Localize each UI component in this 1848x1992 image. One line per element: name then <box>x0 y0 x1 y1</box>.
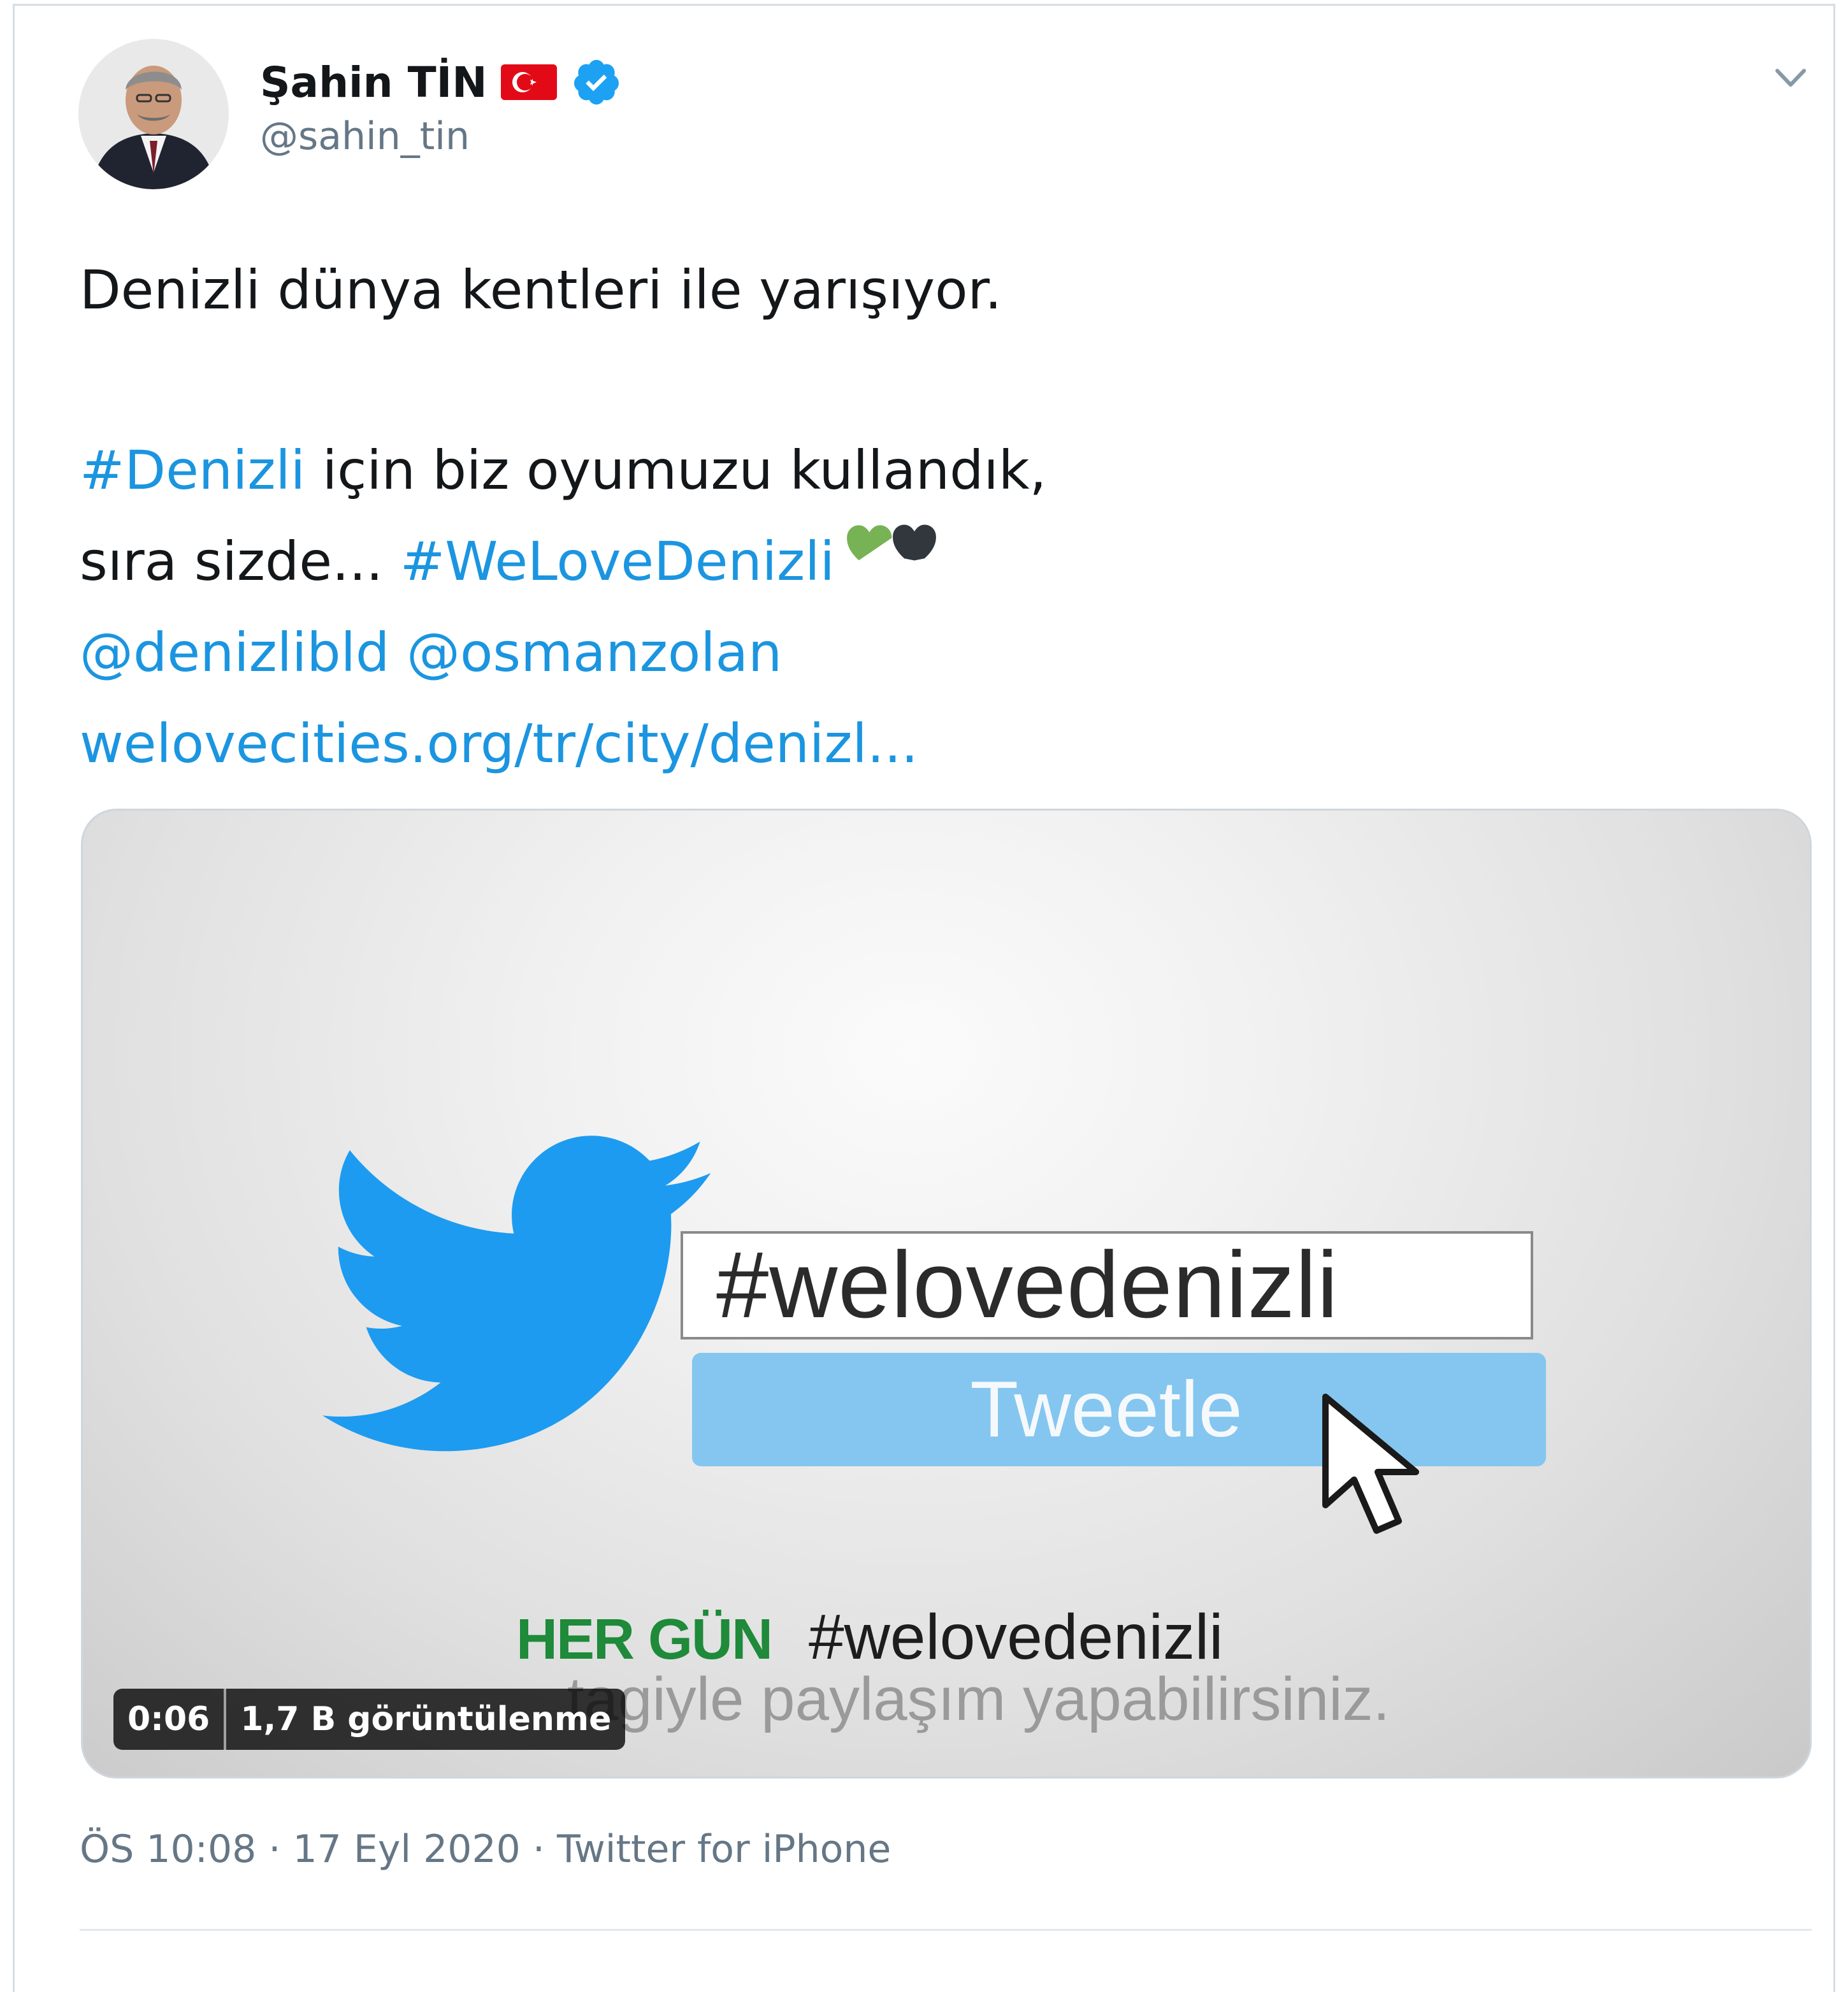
twitter-bird-icon <box>322 1136 711 1452</box>
video-subcaption: tagiyle paylaşım yapabilirsiniz. <box>567 1665 1390 1733</box>
tweet-timestamp[interactable]: ÖS 10:08 · 17 Eyl 2020 · Twitter for iPh… <box>80 1827 891 1872</box>
tweet-line: @denizlibld @osmanzolan <box>80 607 1800 698</box>
author-name-row[interactable]: Şahin TİN <box>260 57 622 108</box>
tweet-text: Denizli dünya kentleri ile yarışıyor. #D… <box>80 245 1800 790</box>
tweet-line: sıra sizde... #WeLoveDenizli <box>80 516 1800 607</box>
mouse-cursor-icon <box>1322 1394 1419 1534</box>
video-caption: HER GÜN #welovedenizli <box>516 1601 1223 1674</box>
video-player[interactable]: #welovedenizli Tweetle HER GÜN #welovede… <box>81 809 1812 1779</box>
tweet-line: welovecities.org/tr/city/denizl... <box>80 698 1800 790</box>
tweet-card: Şahin TİN @sahin_tin Denizli dünya kentl… <box>13 4 1835 1992</box>
caption-hashtag: #welovedenizli <box>809 1601 1224 1673</box>
tweet-text-fragment: sıra sizde... <box>80 530 400 593</box>
heart-emoji-icons <box>846 524 936 561</box>
tweet-text-fragment: için biz oyumuzu kullandık, <box>305 439 1047 502</box>
mention-link[interactable]: @osmanzolan <box>407 621 782 684</box>
chevron-down-icon[interactable] <box>1768 55 1813 100</box>
verified-badge-icon <box>574 60 619 105</box>
tweet-line: #Denizli için biz oyumuzu kullandık, <box>80 425 1800 516</box>
display-name[interactable]: Şahin TİN <box>260 58 487 107</box>
tweet-line: Denizli dünya kentleri ile yarışıyor. <box>80 259 1002 321</box>
avatar-photo <box>78 39 229 189</box>
black-heart-icon <box>892 524 936 561</box>
turkey-flag-icon <box>501 64 558 100</box>
hashtag-link[interactable]: #WeLoveDenizli <box>400 530 835 593</box>
avatar[interactable] <box>78 39 229 189</box>
video-info-badge: 0:06 1,7 B görüntülenme <box>113 1689 626 1750</box>
green-heart-icon <box>846 525 892 561</box>
video-duration: 0:06 <box>127 1700 210 1738</box>
mention-link[interactable]: @denizlibld <box>80 621 389 684</box>
caption-prefix: HER GÜN <box>516 1608 773 1671</box>
video-view-count: 1,7 B görüntülenme <box>240 1700 612 1738</box>
hashtag-input-graphic: #welovedenizli <box>681 1231 1533 1339</box>
hashtag-link[interactable]: #Denizli <box>80 439 305 502</box>
author-handle[interactable]: @sahin_tin <box>260 114 470 159</box>
url-link[interactable]: welovecities.org/tr/city/denizl... <box>80 712 918 775</box>
divider <box>80 1929 1812 1931</box>
